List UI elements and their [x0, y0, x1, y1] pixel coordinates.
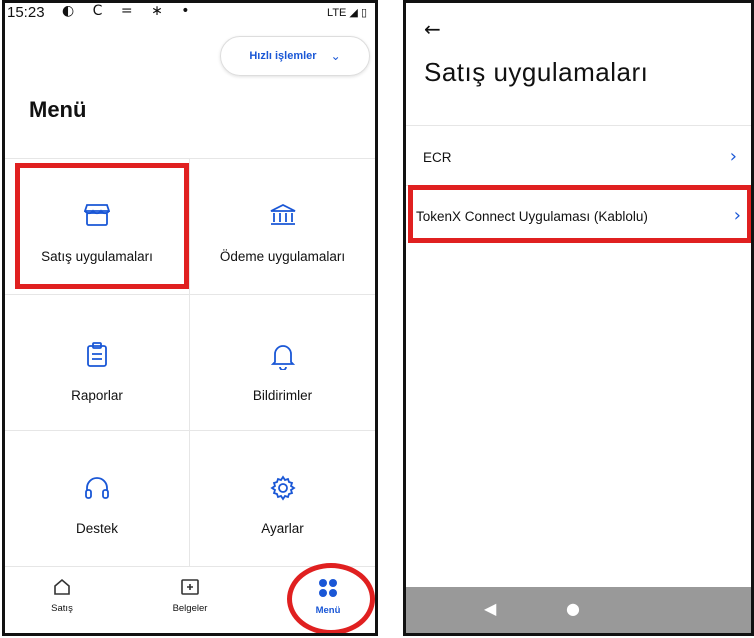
clipboard-icon: [5, 342, 189, 372]
headset-icon: [5, 475, 189, 505]
back-arrow-icon[interactable]: ←: [424, 17, 441, 41]
menu-screen: 15:23 ◐ C = ∗ • LTE ◢ ▯ Hızlı işlemler ⌄…: [2, 0, 378, 636]
chevron-down-icon: ⌄: [330, 49, 341, 63]
system-back-icon[interactable]: ◀: [484, 599, 496, 618]
menu-tile-payment-apps[interactable]: Ödeme uygulamaları: [190, 159, 375, 295]
chevron-right-icon: ›: [729, 146, 737, 167]
bell-icon: [190, 342, 375, 374]
nav-item-label: Satış: [51, 603, 73, 614]
menu-tile-label: Ayarlar: [261, 521, 304, 536]
menu-tile-notifications[interactable]: Bildirimler: [190, 295, 375, 431]
network-indicator: LTE ◢ ▯: [327, 7, 367, 19]
home-icon: [17, 577, 107, 601]
nav-item-label: Belgeler: [172, 603, 208, 614]
nav-item-documents[interactable]: Belgeler: [145, 577, 235, 614]
store-icon: [5, 203, 189, 231]
menu-tile-label: Satış uygulamaları: [41, 249, 153, 264]
sales-apps-screen: ← Satış uygulamaları ECR › TokenX Connec…: [403, 0, 754, 636]
status-icons: ◐ C = ∗ •: [62, 3, 197, 19]
nav-item-sales[interactable]: Satış: [17, 577, 107, 614]
quick-actions-label: Hızlı işlemler: [249, 50, 317, 62]
menu-dots-icon: [283, 577, 373, 603]
list-item-label: ECR: [423, 150, 452, 165]
menu-tile-label: Raporlar: [71, 388, 123, 403]
bottom-nav: Satış Belgeler Menü: [5, 566, 375, 633]
list-item-label: TokenX Connect Uygulaması (Kablolu): [416, 209, 648, 224]
document-plus-icon: [145, 577, 235, 601]
menu-tile-support[interactable]: Destek: [5, 431, 190, 567]
page-title: Menü: [29, 97, 87, 122]
menu-tile-reports[interactable]: Raporlar: [5, 295, 190, 431]
status-time: 15:23: [7, 4, 45, 21]
menu-tile-sales-apps[interactable]: Satış uygulamaları: [5, 159, 190, 295]
menu-tile-label: Destek: [75, 521, 119, 536]
system-nav-bar: ◀ ●: [406, 587, 751, 633]
menu-tile-label: Bildirimler: [252, 388, 313, 403]
quick-actions-button[interactable]: Hızlı işlemler ⌄: [220, 36, 370, 76]
list-item-ecr[interactable]: ECR ›: [406, 133, 751, 185]
menu-tile-label: Ödeme uygulamaları: [219, 249, 346, 264]
list-item-tokenx-connect[interactable]: TokenX Connect Uygulaması (Kablolu) ›: [406, 192, 751, 244]
system-home-icon[interactable]: ●: [566, 599, 580, 618]
nav-item-label: Menü: [315, 605, 341, 616]
menu-grid: Satış uygulamaları Ödeme uygulamaları Ra…: [5, 158, 375, 567]
page-title: Satış uygulamaları: [424, 57, 649, 87]
divider: [406, 125, 751, 126]
divider: [406, 185, 751, 186]
chevron-right-icon: ›: [733, 205, 741, 226]
menu-tile-settings[interactable]: Ayarlar: [190, 431, 375, 567]
status-bar: 15:23 ◐ C = ∗ • LTE ◢ ▯: [5, 3, 375, 25]
nav-item-menu[interactable]: Menü: [283, 577, 373, 616]
gear-icon: [190, 475, 375, 505]
bank-icon: [190, 203, 375, 231]
